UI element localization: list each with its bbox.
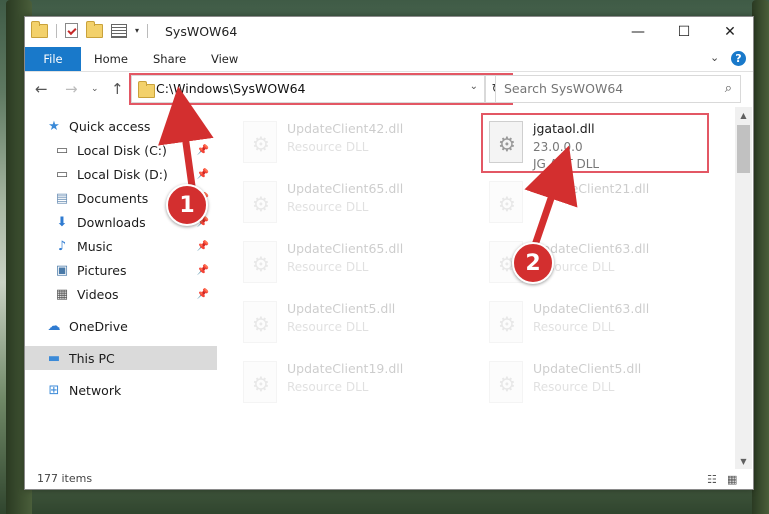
- callout-1: 1: [166, 184, 208, 226]
- annotation-arrows: [158, 86, 578, 252]
- arrow-1: [158, 86, 214, 190]
- arrow-2: [524, 145, 578, 252]
- callout-2: 2: [512, 242, 554, 284]
